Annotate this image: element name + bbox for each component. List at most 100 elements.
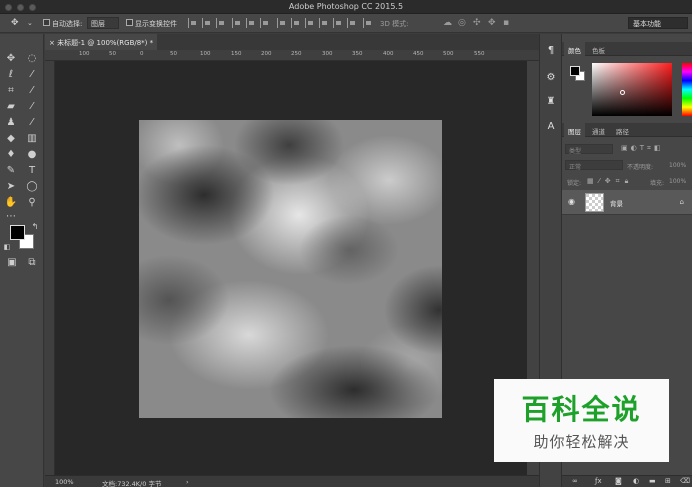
- auto-select-target-dropdown[interactable]: 图层: [87, 17, 119, 29]
- move-tool-icon[interactable]: ✥: [4, 52, 18, 65]
- character-icon[interactable]: A: [544, 120, 558, 134]
- canvas-clouds-image[interactable]: [139, 120, 442, 418]
- close-icon[interactable]: ×: [49, 39, 55, 47]
- align-top-icon[interactable]: [188, 18, 197, 28]
- screen-mode-icon[interactable]: ⧉: [25, 256, 39, 269]
- align-hcenter-icon[interactable]: [246, 18, 255, 28]
- lasso-tool-icon[interactable]: ℓ: [4, 68, 18, 81]
- layers-panel-footer: ∞ ƒx ◙ ◐ ▬ ⊞ ⌫: [562, 475, 692, 487]
- swap-colors-icon[interactable]: ↰: [30, 220, 40, 233]
- ruler-label: 50: [109, 51, 116, 57]
- default-colors-icon[interactable]: ◧: [2, 241, 12, 254]
- opacity-value[interactable]: 100%: [669, 162, 686, 169]
- distribute-top-icon[interactable]: [277, 18, 286, 28]
- new-group-icon[interactable]: ▬: [649, 477, 656, 485]
- distribute-vcenter-icon[interactable]: [291, 18, 300, 28]
- blend-mode-dropdown[interactable]: 正常: [565, 160, 623, 171]
- distribute-left-icon[interactable]: [319, 18, 328, 28]
- lock-options-icons[interactable]: ▦⁄✥⌗🔒︎: [587, 177, 633, 186]
- foreground-color-swatch[interactable]: [10, 225, 25, 240]
- zoom-tool-icon[interactable]: ⚲: [25, 196, 39, 209]
- crop-tool-icon[interactable]: ⌗: [4, 84, 18, 97]
- orbit-3d-icon[interactable]: ☁: [443, 18, 452, 28]
- color-picker-field[interactable]: [592, 63, 672, 116]
- pan-3d-icon[interactable]: ✣: [473, 18, 481, 28]
- tab-color[interactable]: 颜色: [564, 42, 585, 56]
- tab-layers[interactable]: 图层: [564, 123, 585, 137]
- dodge-tool-icon[interactable]: ●: [25, 148, 39, 161]
- ruler-label: 150: [231, 51, 242, 57]
- ruler-label: 200: [261, 51, 272, 57]
- horizontal-ruler[interactable]: 100 50 0 50 100 150 200 250 300 350 400 …: [45, 50, 539, 61]
- tab-paths[interactable]: 路径: [612, 123, 633, 137]
- ruler-label: 0: [140, 51, 144, 57]
- align-left-icon[interactable]: [232, 18, 241, 28]
- tab-swatches[interactable]: 色板: [588, 42, 609, 56]
- adjustment-layer-icon[interactable]: ◐: [633, 477, 639, 485]
- distribute-right-icon[interactable]: [347, 18, 356, 28]
- ruler-label: 300: [322, 51, 333, 57]
- chevron-down-icon[interactable]: ⌄: [27, 18, 33, 28]
- slide-3d-icon[interactable]: ✥: [488, 18, 496, 28]
- distribute-hcenter-icon[interactable]: [333, 18, 342, 28]
- paragraph-icon[interactable]: ¶: [544, 44, 558, 58]
- document-tab-bar: × 未标题-1 @ 100%(RGB/8*) *: [45, 34, 539, 50]
- move-tool-preset-icon[interactable]: ✥: [11, 18, 19, 28]
- eyedropper-tool-icon[interactable]: ⁄: [25, 84, 39, 97]
- clone-stamp-tool-icon[interactable]: ♟: [4, 116, 18, 129]
- link-layers-icon[interactable]: ∞: [572, 477, 578, 485]
- edit-toolbar-icon[interactable]: ⋯: [4, 210, 18, 223]
- eraser-tool-icon[interactable]: ◆: [4, 132, 18, 145]
- title-bar: Adobe Photoshop CC 2015.5: [0, 0, 692, 14]
- hue-slider[interactable]: [682, 63, 692, 116]
- scale-3d-icon[interactable]: ▪: [503, 18, 509, 28]
- vertical-ruler[interactable]: [45, 61, 55, 475]
- layer-row-background[interactable]: ◉ 背景 ⌂: [562, 190, 692, 215]
- tab-channels[interactable]: 通道: [588, 123, 609, 137]
- pen-tool-icon[interactable]: ✎: [4, 164, 18, 177]
- ruler-label: 100: [79, 51, 90, 57]
- auto-align-icon[interactable]: [363, 18, 372, 28]
- roll-3d-icon[interactable]: ◎: [458, 18, 466, 28]
- new-layer-icon[interactable]: ⊞: [665, 477, 671, 485]
- layer-thumbnail: [585, 193, 604, 212]
- layer-style-icon[interactable]: ƒx: [595, 477, 602, 485]
- panel-foreground-swatch[interactable]: [570, 66, 580, 76]
- layer-name[interactable]: 背景: [610, 198, 623, 208]
- blur-tool-icon[interactable]: ♦: [4, 148, 18, 161]
- quick-mask-icon[interactable]: ▣: [5, 256, 19, 269]
- brush-tool-icon[interactable]: ⁄: [25, 100, 39, 113]
- color-picker-cursor: [620, 90, 625, 95]
- eye-icon[interactable]: ◉: [568, 197, 577, 206]
- auto-select-checkbox[interactable]: [43, 19, 50, 26]
- show-transform-checkbox[interactable]: [126, 19, 133, 26]
- adjustments-icon[interactable]: ⚙: [544, 71, 558, 85]
- marquee-tool-icon[interactable]: ◌: [25, 52, 39, 65]
- options-bar: ✥ ⌄ 自动选择: 图层 显示变换控件 3D 模式: ☁ ◎ ✣ ✥ ▪ 基本功…: [0, 14, 692, 33]
- status-menu-arrow[interactable]: ›: [186, 478, 189, 486]
- zoom-level[interactable]: 100%: [55, 478, 74, 486]
- layer-filter-icons[interactable]: ▣◐T⌗◧: [621, 144, 664, 153]
- document-tab[interactable]: × 未标题-1 @ 100%(RGB/8*) *: [45, 34, 157, 50]
- brush-preset-icon[interactable]: ♜: [544, 95, 558, 109]
- gradient-tool-icon[interactable]: ▥: [25, 132, 39, 145]
- layer-filter-dropdown[interactable]: 类型: [565, 144, 613, 155]
- healing-brush-tool-icon[interactable]: ▰: [4, 100, 18, 113]
- hand-tool-icon[interactable]: ✋: [4, 196, 18, 209]
- ruler-label: 350: [352, 51, 363, 57]
- type-tool-icon[interactable]: T: [25, 164, 39, 177]
- workspace-switcher[interactable]: 基本功能: [628, 17, 688, 29]
- history-brush-tool-icon[interactable]: ⁄: [25, 116, 39, 129]
- distribute-bottom-icon[interactable]: [305, 18, 314, 28]
- align-bottom-icon[interactable]: [216, 18, 225, 28]
- ruler-label: 100: [200, 51, 211, 57]
- delete-layer-icon[interactable]: ⌫: [680, 477, 690, 485]
- path-selection-tool-icon[interactable]: ➤: [4, 180, 18, 193]
- layer-mask-icon[interactable]: ◙: [615, 477, 622, 485]
- ellipse-tool-icon[interactable]: ◯: [25, 180, 39, 193]
- fill-value[interactable]: 100%: [669, 178, 686, 185]
- mode-3d-label: 3D 模式:: [380, 20, 409, 28]
- align-vcenter-icon[interactable]: [202, 18, 211, 28]
- align-right-icon[interactable]: [260, 18, 269, 28]
- quick-select-tool-icon[interactable]: ⁄: [25, 68, 39, 81]
